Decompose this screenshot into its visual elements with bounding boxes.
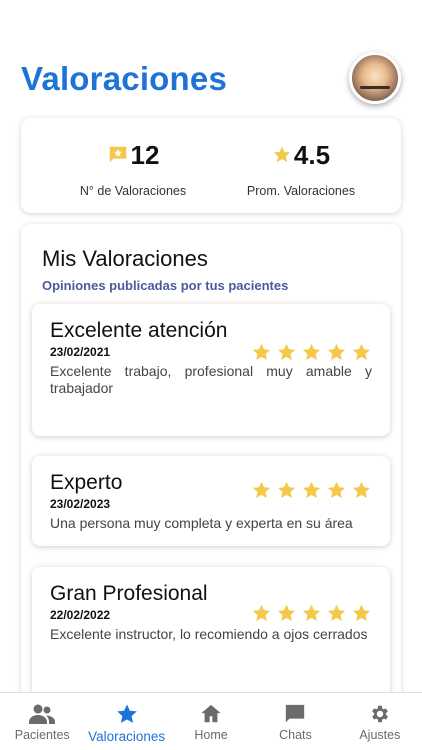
header: Valoraciones xyxy=(21,52,401,108)
rating-star-icon xyxy=(251,480,272,501)
nav-label: Chats xyxy=(279,728,312,742)
home-icon xyxy=(200,703,222,725)
bottom-nav: Pacientes Valoraciones Home Chats Ajuste… xyxy=(0,692,422,750)
nav-item-pacientes[interactable]: Pacientes xyxy=(0,693,84,750)
ratings-count-value: 12 xyxy=(130,139,160,170)
rating-star-icon xyxy=(276,480,297,501)
review-card[interactable]: Excelente atención 23/02/2021 Excelente … xyxy=(32,304,390,436)
avatar[interactable] xyxy=(349,52,401,104)
star-icon xyxy=(272,145,292,165)
review-text: Excelente instructor, lo recomiendo a oj… xyxy=(50,626,368,642)
reviews-card: Mis Valoraciones Opiniones publicadas po… xyxy=(21,224,401,750)
nav-label: Valoraciones xyxy=(88,729,166,744)
nav-item-chats[interactable]: Chats xyxy=(253,693,337,750)
review-stars xyxy=(251,480,372,501)
rating-star-icon xyxy=(351,603,372,624)
gear-icon xyxy=(369,703,391,725)
review-stars xyxy=(251,603,372,624)
ratings-count-label: N° de Valoraciones xyxy=(79,184,187,198)
chat-icon xyxy=(284,703,306,725)
rating-star-icon xyxy=(251,342,272,363)
rating-star-icon xyxy=(301,603,322,624)
reviews-subtitle: Opiniones publicadas por tus pacientes xyxy=(42,278,289,293)
review-text: Excelente trabajo, profesional muy amabl… xyxy=(50,363,372,396)
rating-star-icon xyxy=(326,342,347,363)
star-chat-icon xyxy=(107,144,129,166)
nav-label: Ajustes xyxy=(359,728,401,742)
review-stars xyxy=(251,342,372,363)
rating-star-icon xyxy=(301,342,322,363)
nav-item-home[interactable]: Home xyxy=(169,693,253,750)
rating-star-icon xyxy=(301,480,322,501)
rating-star-icon xyxy=(326,603,347,624)
rating-star-icon xyxy=(351,342,372,363)
review-title: Gran Profesional xyxy=(50,582,208,605)
ratings-average-label: Prom. Valoraciones xyxy=(246,184,356,198)
nav-item-valoraciones[interactable]: Valoraciones xyxy=(84,693,168,750)
review-title: Excelente atención xyxy=(50,319,228,342)
nav-label: Pacientes xyxy=(14,728,70,742)
reviews-title: Mis Valoraciones xyxy=(42,246,208,271)
rating-star-icon xyxy=(276,603,297,624)
review-card[interactable]: Gran Profesional 22/02/2022 Excelente in… xyxy=(32,567,390,699)
nav-label: Home xyxy=(194,728,228,742)
rating-star-icon xyxy=(251,603,272,624)
ratings-average-stat: 4.5 Prom. Valoraciones xyxy=(221,138,381,199)
rating-star-icon xyxy=(276,342,297,363)
page-title: Valoraciones xyxy=(21,60,228,97)
review-text: Una persona muy completa y experta en su… xyxy=(50,515,353,531)
ratings-count-stat: 12 N° de Valoraciones xyxy=(53,138,213,199)
review-card[interactable]: Experto 23/02/2023 Una persona muy compl… xyxy=(32,456,390,546)
people-icon xyxy=(29,703,56,725)
star-icon xyxy=(115,703,139,726)
rating-star-icon xyxy=(326,480,347,501)
nav-item-ajustes[interactable]: Ajustes xyxy=(338,693,422,750)
ratings-average-value: 4.5 xyxy=(293,139,331,170)
review-title: Experto xyxy=(50,471,123,494)
rating-star-icon xyxy=(351,480,372,501)
summary-card: 12 N° de Valoraciones 4.5 Prom. Valoraci… xyxy=(21,118,401,213)
